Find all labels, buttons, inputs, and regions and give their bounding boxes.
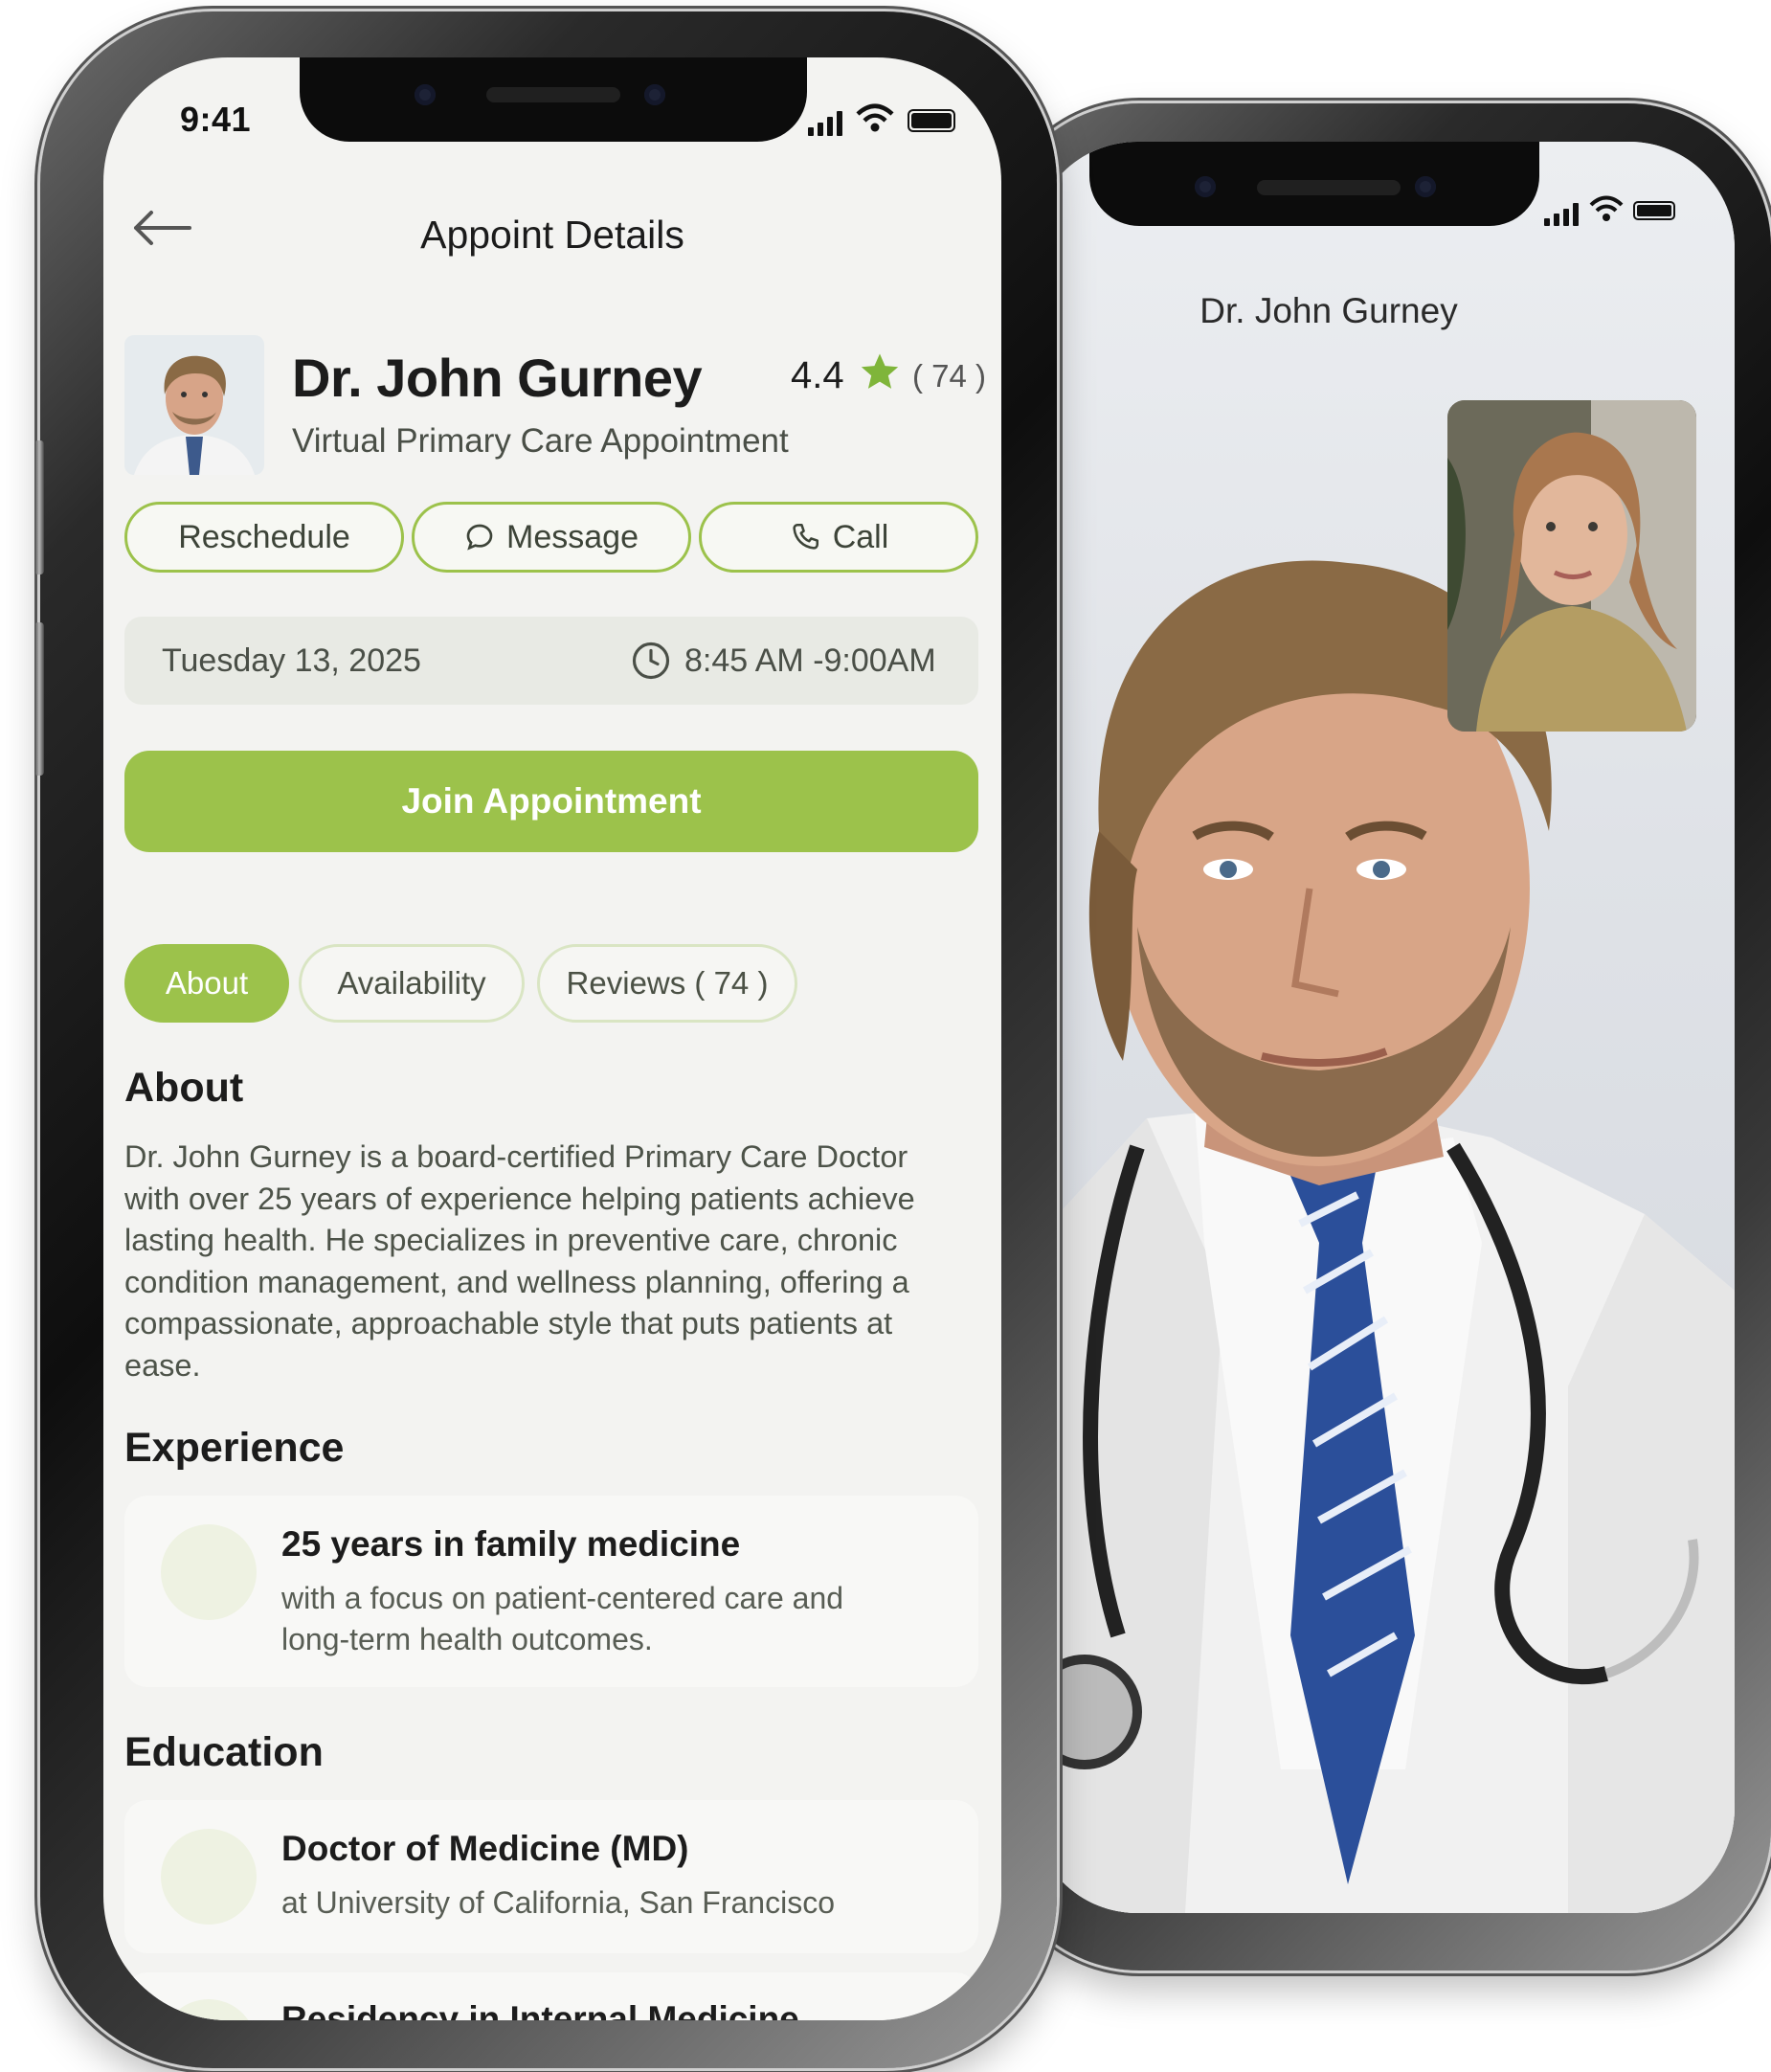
message-button[interactable]: Message [412,502,691,573]
clock-icon [632,642,670,680]
battery-icon [1633,201,1675,220]
experience-title: 25 years in family medicine [281,1524,741,1564]
about-line: condition management, and wellness plann… [124,1264,909,1299]
video-call-screen: Dr. John Gurney [1032,142,1735,1913]
about-line: compassionate, approachable style that p… [124,1306,893,1340]
reschedule-button[interactable]: Reschedule [124,502,404,573]
education-heading: Education [124,1729,324,1775]
about-line: Dr. John Gurney is a board-certified Pri… [124,1139,908,1174]
education-card: Residency in Internal Medicine [124,1972,978,2020]
front-phone-notch [300,57,807,142]
rating-count: ( 74 ) [912,358,987,394]
tab-about[interactable]: About [124,944,289,1023]
appointment-time: 8:45 AM -9:00AM [684,642,936,679]
experience-description: with a focus on patient-centered care an… [281,1578,843,1660]
call-button[interactable]: Call [699,502,978,573]
signal-icon [808,109,842,136]
experience-heading: Experience [124,1425,345,1471]
doctor-avatar [124,335,264,475]
tab-reviews[interactable]: Reviews ( 74 ) [537,944,797,1023]
signal-icon [1544,201,1579,226]
experience-icon [161,1524,257,1620]
self-view-feed [1447,400,1696,732]
experience-line: with a focus on patient-centered care an… [281,1581,844,1615]
about-line: ease. [124,1347,201,1383]
tab-about-label: About [165,965,249,1001]
call-label: Call [832,518,889,555]
phone-icon [793,523,818,550]
experience-card: 25 years in family medicine with a focus… [124,1496,978,1687]
about-heading: About [124,1065,244,1111]
wifi-icon [1589,195,1624,221]
battery-icon [908,109,955,132]
doctor-name: Dr. John Gurney [292,348,703,408]
join-appointment-button[interactable]: Join Appointment [124,751,978,852]
experience-line: long-term health outcomes. [281,1622,653,1656]
tab-availability[interactable]: Availability [299,944,525,1023]
appointment-date: Tuesday 13, 2025 [162,642,421,679]
education-card: Doctor of Medicine (MD) at University of… [124,1800,978,1953]
education-title: Doctor of Medicine (MD) [281,1829,689,1868]
education-icon [161,1999,257,2020]
tab-reviews-label: Reviews ( 74 ) [566,965,769,1001]
education-icon [161,1829,257,1925]
wifi-icon [856,103,894,132]
caller-name: Dr. John Gurney [1199,291,1458,330]
mute-switch [34,440,44,574]
message-label: Message [506,518,639,555]
join-appointment-label: Join Appointment [401,781,702,821]
education-school: at University of California, San Francis… [281,1885,835,1920]
tab-availability-label: Availability [337,965,486,1001]
education-title: Residency in Internal Medicine [281,1999,799,2020]
volume-button [34,622,44,776]
about-line: lasting health. He specializes in preven… [124,1223,898,1257]
appointment-type: Virtual Primary Care Appointment [292,422,789,460]
about-text: Dr. John Gurney is a board-certified Pri… [124,1137,986,1386]
doctor-rating: 4.4 [791,354,844,396]
chat-icon [466,524,493,551]
status-time: 9:41 [180,100,252,139]
appointment-details-screen: 9:41 Appoint Details Dr. John Gurney 4.4… [103,57,1001,2020]
page-title: Appoint Details [420,213,684,257]
self-view-video[interactable] [1447,400,1696,732]
reschedule-label: Reschedule [178,518,350,555]
back-phone-notch [1089,142,1539,226]
star-icon [861,353,899,389]
about-line: with over 25 years of experience helping… [124,1181,915,1216]
